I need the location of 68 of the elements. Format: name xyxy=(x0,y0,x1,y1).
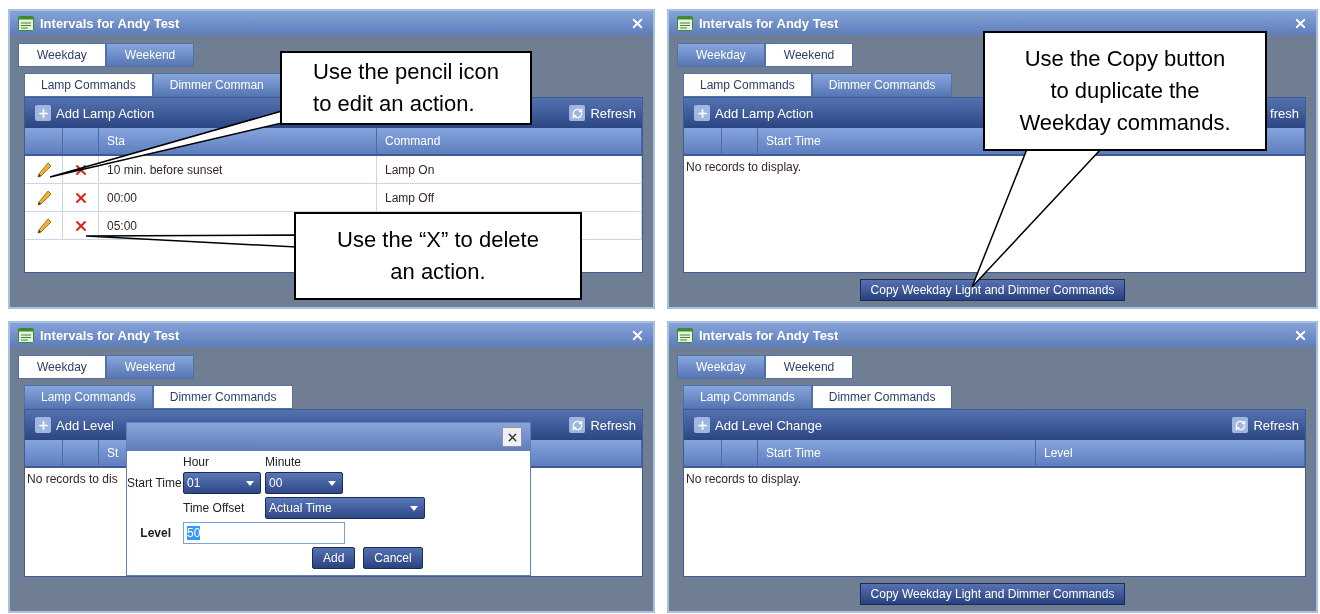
refresh-button[interactable]: Refresh xyxy=(569,105,636,121)
table-cell: 00:00 xyxy=(99,184,377,211)
window-icon xyxy=(677,327,693,343)
window-title: Intervals for Andy Test xyxy=(699,15,840,31)
field-label: Level xyxy=(140,526,172,540)
refresh-icon xyxy=(1232,417,1249,433)
caret-icon xyxy=(410,505,418,511)
command-tab[interactable]: Dimmer Commands xyxy=(811,385,953,409)
window-title: Intervals for Andy Test xyxy=(40,327,181,343)
day-tab[interactable]: Weekend xyxy=(764,355,854,379)
command-tab[interactable]: Lamp Commands xyxy=(24,385,153,409)
copy-button[interactable]: Copy Weekday Light and Dimmer Commands xyxy=(859,279,1126,301)
offset-dropdown[interactable]: Actual Time xyxy=(265,497,425,519)
minute-dropdown[interactable]: 00 xyxy=(265,472,343,494)
refresh-button[interactable]: Refresh xyxy=(1232,417,1299,433)
pencil-icon[interactable] xyxy=(35,217,52,234)
window-title: Intervals for Andy Test xyxy=(40,15,181,31)
command-tab[interactable]: Dimmer Comman xyxy=(152,73,281,97)
close-button[interactable] xyxy=(502,427,522,447)
refresh-button[interactable]: Refresh xyxy=(569,417,636,433)
hour-dropdown[interactable]: 01 xyxy=(183,472,261,494)
callout-box: Use the pencil icon to edit an action. xyxy=(280,51,532,125)
window-icon xyxy=(677,15,693,31)
field-label: Hour xyxy=(183,455,210,469)
refresh-icon xyxy=(569,105,586,121)
window-icon xyxy=(18,327,34,343)
plus-icon xyxy=(694,417,710,433)
callout-box: Use the Copy button to duplicate the Weekday commands. xyxy=(983,31,1267,151)
pencil-icon[interactable] xyxy=(35,161,52,178)
table-cell: Lamp On xyxy=(377,156,642,183)
plus-icon xyxy=(694,105,710,121)
refresh-button[interactable]: fresh xyxy=(1270,105,1299,121)
add-button[interactable]: Add Level Change xyxy=(694,417,822,433)
caret-icon xyxy=(246,480,254,486)
command-tab[interactable]: Lamp Commands xyxy=(683,385,812,409)
empty-message: No records to display. xyxy=(686,472,802,486)
pencil-icon[interactable] xyxy=(35,189,52,206)
empty-message: No records to display. xyxy=(686,160,802,174)
command-tab[interactable]: Dimmer Commands xyxy=(811,73,953,97)
command-tab[interactable]: Dimmer Commands xyxy=(152,385,294,409)
window-icon xyxy=(18,15,34,31)
day-tab[interactable]: Weekday xyxy=(18,43,106,67)
day-tab[interactable]: Weekday xyxy=(18,355,106,379)
callout-box: Use the “X” to delete an action. xyxy=(294,212,582,300)
cancel-button[interactable]: Cancel xyxy=(363,547,423,569)
plus-icon xyxy=(35,417,51,433)
caret-icon xyxy=(328,480,336,486)
add-button[interactable]: Add xyxy=(312,547,356,569)
add-button[interactable]: Add Level xyxy=(35,417,114,433)
empty-message: No records to dis xyxy=(27,472,118,486)
add-button[interactable]: Add Lamp Action xyxy=(35,105,155,121)
day-tab[interactable]: Weekend xyxy=(764,43,854,67)
field-value: 50 xyxy=(187,526,201,540)
table-cell: Lamp Off xyxy=(377,184,642,211)
plus-icon xyxy=(35,105,51,121)
field-label: Time Offset xyxy=(183,501,246,515)
day-tab[interactable]: Weekday xyxy=(677,355,765,379)
refresh-icon xyxy=(569,417,586,433)
day-tab[interactable]: Weekend xyxy=(105,355,195,379)
day-tab[interactable]: Weekend xyxy=(105,43,195,67)
day-tab[interactable]: Weekday xyxy=(677,43,765,67)
field-label: Start Time xyxy=(127,476,183,490)
window-title: Intervals for Andy Test xyxy=(699,327,840,343)
copy-button[interactable]: Copy Weekday Light and Dimmer Commands xyxy=(859,583,1126,605)
field-label: Minute xyxy=(265,455,303,469)
command-tab[interactable]: Lamp Commands xyxy=(24,73,153,97)
add-button[interactable]: Add Lamp Action xyxy=(694,105,814,121)
command-tab[interactable]: Lamp Commands xyxy=(683,73,812,97)
